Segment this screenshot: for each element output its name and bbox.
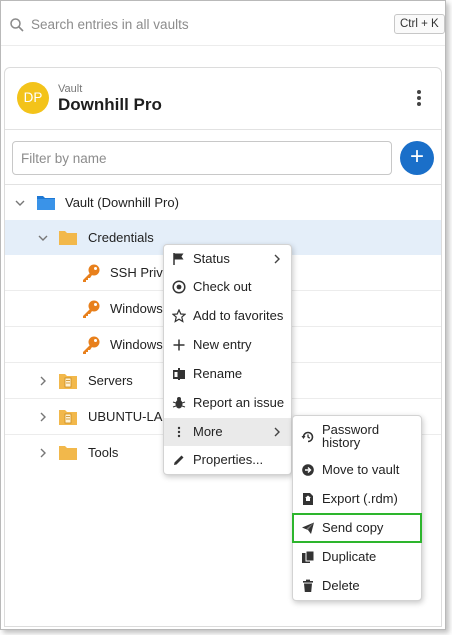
menu-item-duplicate[interactable]: Duplicate — [293, 543, 421, 571]
highlight-box — [292, 513, 422, 543]
more-submenu: Password history Move to vault Export (.… — [292, 415, 422, 601]
history-icon — [301, 431, 314, 443]
tree-item-label: Credentials — [88, 230, 154, 245]
folder-icon — [59, 446, 77, 460]
move-icon — [302, 464, 314, 476]
tree-root-vault[interactable]: Vault (Downhill Pro) — [5, 185, 441, 220]
menu-item-label: Delete — [322, 578, 360, 593]
menu-item-label: history — [322, 435, 361, 450]
menu-item-check-out[interactable]: Check out — [164, 273, 291, 301]
menu-item-label: New entry — [193, 337, 252, 352]
server-folder-icon — [59, 410, 77, 425]
menu-item-label: Rename — [193, 366, 243, 381]
server-folder-icon — [59, 374, 77, 389]
flag-icon — [173, 253, 184, 265]
menu-item-status[interactable]: Status — [164, 245, 291, 273]
more-options-icon[interactable] — [413, 90, 425, 108]
vault-subtitle: Vault — [58, 83, 83, 95]
rename-icon — [173, 368, 185, 380]
vault-name: Downhill Pro — [58, 95, 162, 114]
trash-icon — [303, 579, 313, 592]
global-search-bar[interactable]: Search entries in all vaults Ctrl + K — [1, 9, 445, 41]
chevron-right-icon — [274, 254, 280, 264]
menu-item-delete[interactable]: Delete — [293, 572, 421, 600]
star-icon — [172, 309, 186, 323]
menu-item-more[interactable]: More — [164, 418, 291, 446]
app-window: Search entries in all vaults Ctrl + K DP… — [0, 0, 446, 630]
search-input[interactable]: Search entries in all vaults — [31, 17, 189, 32]
export-icon — [303, 493, 313, 505]
context-menu: Status Check out Add to favorites New en… — [163, 244, 292, 475]
chevron-right-icon[interactable] — [37, 447, 49, 459]
pencil-icon — [174, 455, 184, 465]
duplicate-icon — [302, 550, 315, 563]
menu-item-add-to-favorites[interactable]: Add to favorites — [164, 302, 291, 330]
add-entry-button[interactable]: + — [400, 141, 434, 175]
tree-item-label: Tools — [88, 445, 119, 460]
divider — [5, 129, 441, 130]
chevron-right-icon — [274, 427, 280, 437]
tree-item-label: Servers — [88, 373, 133, 388]
shortcut-badge: Ctrl + K — [394, 14, 445, 34]
search-icon — [10, 18, 24, 32]
menu-item-new-entry[interactable]: New entry — [164, 331, 291, 359]
tree-item-label: UBUNTU-LAM — [88, 409, 168, 424]
spacer — [1, 45, 445, 67]
checkout-icon — [172, 280, 186, 294]
menu-item-move-to-vault[interactable]: Move to vault — [293, 456, 421, 484]
menu-item-label: Properties... — [193, 452, 264, 467]
key-icon — [83, 300, 100, 318]
menu-item-export-rdm[interactable]: Export (.rdm) — [293, 485, 421, 513]
menu-item-label: Export (.rdm) — [322, 491, 398, 506]
menu-item-label: Status — [193, 251, 230, 266]
plus-icon — [173, 339, 185, 351]
chevron-down-icon[interactable] — [14, 197, 26, 209]
key-icon — [83, 336, 100, 354]
menu-item-label: Check out — [193, 279, 252, 294]
chevron-down-icon[interactable] — [37, 232, 49, 244]
tree-item-label: Vault (Downhill Pro) — [65, 195, 179, 210]
menu-item-properties[interactable]: Properties... — [164, 446, 291, 474]
bug-icon — [172, 397, 186, 409]
filter-input[interactable] — [12, 141, 392, 175]
folder-icon — [59, 231, 77, 245]
vault-folder-icon — [37, 196, 55, 210]
menu-item-label: More — [193, 424, 223, 439]
menu-item-label: Move to vault — [322, 462, 400, 477]
more-icon — [177, 426, 181, 438]
chevron-right-icon[interactable] — [37, 411, 49, 423]
menu-item-rename[interactable]: Rename — [164, 360, 291, 388]
chevron-right-icon[interactable] — [37, 375, 49, 387]
menu-item-label: Report an issue — [193, 395, 285, 410]
menu-item-report-issue[interactable]: Report an issue — [164, 389, 291, 417]
menu-item-password-history[interactable]: Password history — [293, 421, 421, 453]
menu-item-label: Add to favorites — [193, 308, 284, 323]
menu-item-label: Duplicate — [322, 549, 377, 564]
key-icon — [83, 264, 100, 282]
vault-avatar: DP — [17, 82, 49, 114]
